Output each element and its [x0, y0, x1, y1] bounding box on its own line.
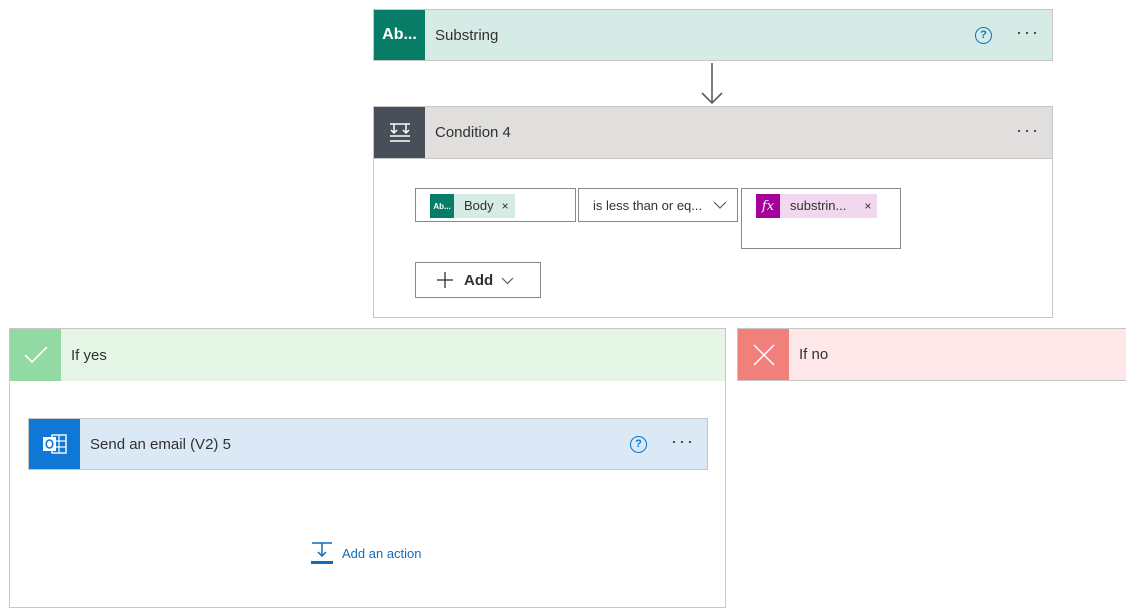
add-condition-button[interactable]: Add	[415, 262, 541, 298]
if-yes-header[interactable]: If yes	[10, 329, 725, 381]
text-function-icon: Ab...	[430, 194, 454, 218]
connector-arrow-icon	[701, 63, 723, 105]
chevron-down-icon	[501, 277, 514, 284]
more-options-button[interactable]: ···	[1016, 23, 1040, 43]
token-icon-label: fx	[761, 198, 775, 214]
remove-token-button[interactable]: ×	[502, 194, 515, 218]
remove-token-button[interactable]: ×	[854, 194, 877, 218]
expression-token[interactable]: fx substrin... ×	[756, 194, 878, 218]
help-icon[interactable]: ?	[975, 26, 993, 44]
condition-header[interactable]: Condition 4 ···	[374, 107, 1052, 159]
if-no-title: If no	[799, 346, 829, 363]
checkmark-icon	[10, 329, 61, 381]
token-label: substrin...	[790, 198, 847, 213]
substring-action-card[interactable]: Ab... Substring ? ···	[373, 9, 1053, 61]
chevron-down-icon	[713, 201, 727, 209]
if-yes-branch: If yes Send an email (V2) 5 ? ··· Add an…	[9, 328, 726, 608]
more-options-button[interactable]: ···	[671, 432, 695, 452]
right-operand-field[interactable]: fx substrin... ×	[741, 188, 901, 249]
fx-icon: fx	[756, 194, 780, 218]
condition-card: Condition 4 ··· Ab... Body × is less tha…	[373, 106, 1053, 318]
token-icon-label: Ab...	[433, 201, 451, 211]
help-icon[interactable]: ?	[630, 435, 648, 453]
send-email-title: Send an email (V2) 5	[90, 435, 231, 453]
outlook-icon	[29, 419, 80, 469]
token-label: Body	[464, 198, 494, 213]
more-options-button[interactable]: ···	[1016, 121, 1040, 141]
add-label: Add	[464, 271, 494, 289]
add-action-link[interactable]: Add an action	[310, 541, 422, 565]
text-function-icon: Ab...	[374, 10, 425, 60]
condition-title: Condition 4	[435, 124, 511, 141]
if-yes-title: If yes	[71, 346, 107, 364]
body-token[interactable]: Ab... Body ×	[430, 194, 515, 218]
condition-icon	[374, 107, 425, 158]
operator-select[interactable]: is less than or eq...	[578, 188, 738, 222]
add-action-icon	[311, 542, 333, 564]
close-icon	[738, 329, 789, 380]
operator-value: is less than or eq...	[593, 197, 703, 213]
if-no-header[interactable]: If no	[737, 328, 1126, 381]
send-email-action-card[interactable]: Send an email (V2) 5 ? ···	[28, 418, 708, 470]
left-operand-field[interactable]: Ab... Body ×	[415, 188, 576, 222]
substring-title: Substring	[435, 26, 499, 44]
plus-icon	[437, 272, 453, 288]
add-action-label: Add an action	[342, 545, 422, 561]
text-function-icon-label: Ab...	[382, 26, 417, 43]
